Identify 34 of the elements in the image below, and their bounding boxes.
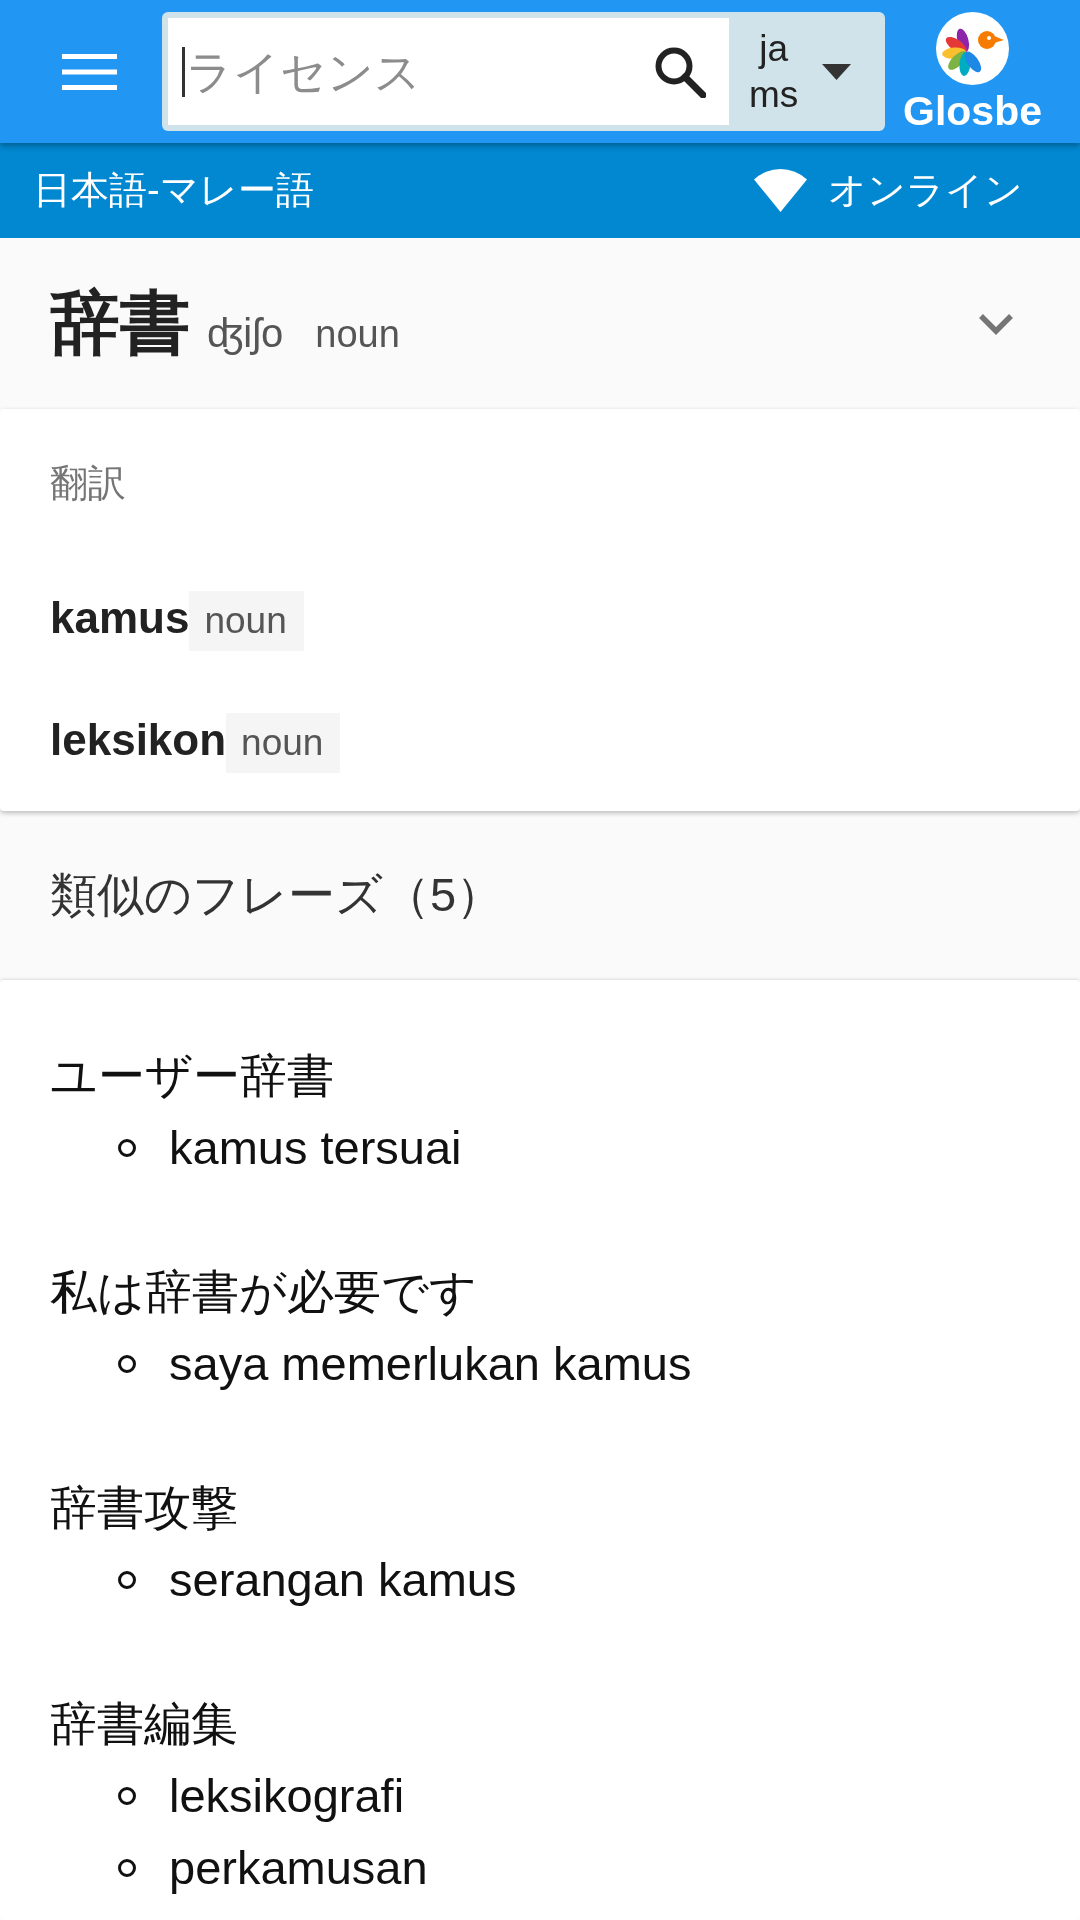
part-of-speech-tag: noun (189, 591, 304, 651)
section-heading: 翻訳 (50, 461, 127, 506)
bullet-icon (118, 1859, 136, 1877)
logo-icon[interactable] (936, 12, 1009, 85)
search-icon (654, 45, 706, 98)
bullet-icon (118, 1787, 136, 1805)
search-button[interactable] (644, 18, 729, 125)
bullet-icon (118, 1139, 136, 1157)
part-of-speech: noun (315, 312, 400, 356)
caret-icon (822, 63, 852, 80)
search-field[interactable]: ライセンス (168, 18, 644, 125)
phrase-text: 辞書編集 (50, 1696, 239, 1752)
chevron-down-icon[interactable] (978, 312, 1014, 335)
phrase-text: 辞書攻撃 (50, 1480, 239, 1536)
translation-word: leksikon (50, 715, 227, 765)
phrase-text: ユーザー辞書 (50, 1048, 335, 1104)
connection-status: オンライン (828, 168, 1023, 213)
phrase-translation: saya memerlukan kamus (169, 1336, 692, 1392)
part-of-speech-tag: noun (226, 713, 341, 773)
phrase-translation: perkamusan (169, 1840, 428, 1896)
translation-word: kamus (50, 593, 190, 643)
dictionary-name: 日本語-マレー語 (33, 168, 314, 213)
section-heading: 類似のフレーズ（5） (50, 867, 504, 923)
phrase-text: 私は辞書が必要です (50, 1264, 478, 1320)
phrase-translation: kamus tersuai (169, 1120, 462, 1176)
phrase-translation: leksikografi (169, 1768, 405, 1824)
menu-icon[interactable] (62, 53, 117, 90)
bullet-icon (118, 1571, 136, 1589)
wifi-icon (754, 169, 807, 212)
text-cursor-icon (182, 47, 185, 97)
phrase-translation: serangan kamus (169, 1552, 517, 1608)
bullet-icon (118, 1355, 136, 1373)
headword: 辞書 (50, 282, 190, 364)
pronunciation: ʤiʃo (207, 310, 284, 356)
